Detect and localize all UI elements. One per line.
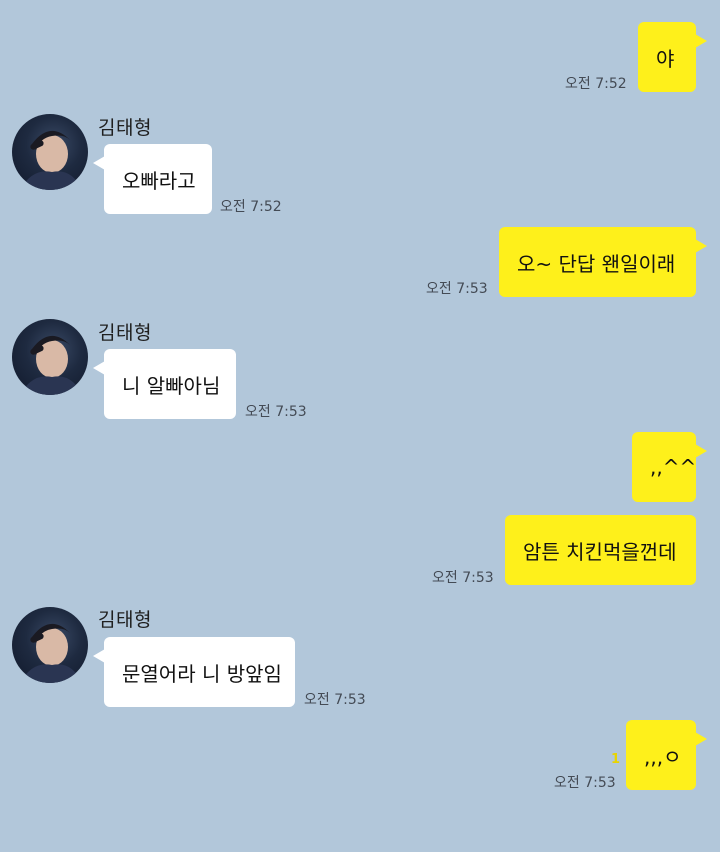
bubble-tail (695, 34, 707, 48)
message-time: 오전 7:52 (565, 76, 627, 92)
bubble-tail (93, 156, 105, 170)
message-text: 문열어라 니 방앞임 (122, 661, 282, 686)
message-time: 오전 7:53 (245, 404, 307, 420)
avatar-photo-icon (20, 130, 82, 190)
my-message-bubble[interactable]: ,,^^ (632, 432, 707, 502)
my-message-bubble[interactable]: ,,,ㅇ (626, 720, 707, 790)
bubble-tail (93, 649, 105, 663)
unread-count-badge: 1 (611, 752, 621, 767)
message-time: 오전 7:52 (220, 199, 282, 215)
sender-name: 김태형 (98, 322, 152, 344)
sender-name: 김태형 (98, 609, 152, 631)
message-time: 오전 7:53 (554, 775, 616, 791)
my-message-bubble[interactable]: 오~ 단답 왠일이래 (499, 227, 707, 297)
my-message-bubble[interactable]: 야 (638, 22, 707, 92)
bubble-tail (695, 732, 707, 746)
their-message-bubble[interactable]: 니 알빠아님 (93, 349, 236, 419)
their-message-bubble[interactable]: 문열어라 니 방앞임 (93, 637, 295, 707)
bubble-tail (695, 444, 707, 458)
message-text: 오빠라고 (122, 168, 196, 193)
contact-avatar[interactable] (12, 607, 88, 683)
message-time: 오전 7:53 (304, 692, 366, 708)
message-text: 니 알빠아님 (122, 373, 221, 398)
their-message-bubble[interactable]: 오빠라고 (93, 144, 212, 214)
bubble-tail (93, 361, 105, 375)
my-message-bubble[interactable]: 암튼 치킨먹을껀데 (505, 515, 696, 585)
message-text: ,,,ㅇ (644, 744, 682, 769)
message-time: 오전 7:53 (426, 281, 488, 297)
message-text: 오~ 단답 왠일이래 (517, 251, 676, 276)
message-text: 야 (656, 46, 675, 71)
bubble-tail (695, 239, 707, 253)
message-text: 암튼 치킨먹을껀데 (523, 539, 677, 564)
avatar-photo-icon (20, 623, 82, 683)
avatar-photo-icon (20, 335, 82, 395)
sender-name: 김태형 (98, 117, 152, 139)
contact-avatar[interactable] (12, 114, 88, 190)
message-text: ,,^^ (650, 455, 697, 479)
message-time: 오전 7:53 (432, 570, 494, 586)
chat-area: 야 오전 7:52 김태형 오빠라고 오전 7:52 오~ 단답 왠일이래 오전… (0, 0, 720, 852)
contact-avatar[interactable] (12, 319, 88, 395)
